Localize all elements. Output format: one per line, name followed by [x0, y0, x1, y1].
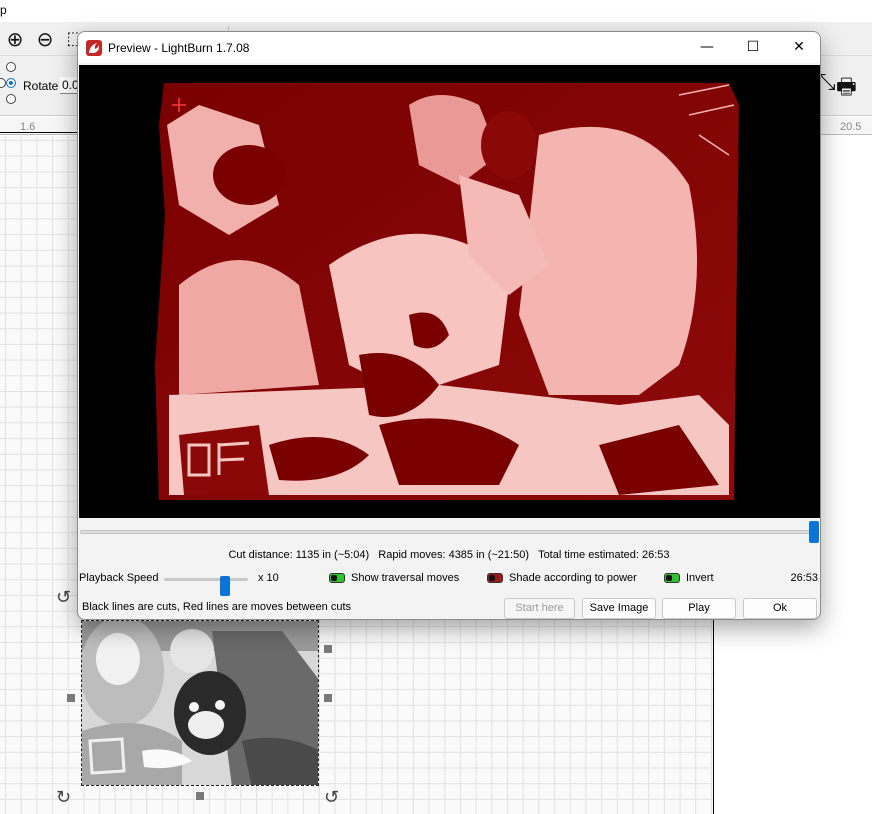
ruler-label-right: 20.5: [840, 121, 862, 133]
app-title-fragment: p: [0, 3, 7, 17]
rotate-handle-icon[interactable]: ↺: [324, 787, 339, 808]
start-here-button[interactable]: Start here: [504, 598, 575, 619]
lightburn-logo-icon: [86, 40, 102, 56]
app-title-strip: p: [0, 0, 872, 22]
zoom-out-icon[interactable]: ⊖: [32, 26, 58, 52]
rotate-label: Rotate: [23, 79, 59, 93]
invert-toggle[interactable]: [664, 573, 680, 583]
traversal-toggle[interactable]: [329, 573, 345, 583]
playback-scrubber-track[interactable]: [80, 530, 818, 534]
traversal-label[interactable]: Show traversal moves: [351, 572, 459, 584]
preview-dialog: Preview - LightBurn 1.7.08 — ☐ ✕ Cut dis…: [77, 31, 821, 620]
total-time-text: Total time estimated: 26:53: [538, 549, 670, 561]
playback-scrubber-thumb[interactable]: [809, 521, 819, 543]
invert-label[interactable]: Invert: [686, 572, 714, 584]
play-button[interactable]: Play: [662, 598, 736, 619]
playback-controls: Playback Speed x 10 Show traversal moves…: [78, 571, 820, 596]
scale-handle-right-top[interactable]: [324, 645, 332, 653]
minimize-button[interactable]: —: [684, 32, 730, 63]
maximize-button[interactable]: ☐: [730, 32, 776, 63]
dialog-footer: Black lines are cuts, Red lines are move…: [78, 596, 820, 619]
save-image-button[interactable]: Save Image: [582, 598, 656, 619]
playback-speed-label: Playback Speed: [79, 572, 159, 584]
anchor-radio-selected[interactable]: [6, 78, 16, 88]
elapsed-time: 26:53: [790, 572, 818, 584]
printer-icon[interactable]: 🖶: [836, 70, 857, 108]
shade-power-toggle[interactable]: [487, 573, 503, 583]
rapid-moves-text: Rapid moves: 4385 in (~21:50): [378, 549, 529, 561]
playback-speed-slider[interactable]: [164, 576, 248, 596]
playback-speed-value: x 10: [258, 572, 279, 584]
legend-text: Black lines are cuts, Red lines are move…: [82, 601, 352, 613]
ok-button[interactable]: Ok: [743, 598, 817, 619]
ruler-baseline: [0, 132, 78, 133]
scale-handle-right[interactable]: [324, 694, 332, 702]
dialog-title: Preview - LightBurn 1.7.08: [108, 41, 250, 55]
job-stats: Cut distance: 1135 in (~5:04) Rapid move…: [78, 549, 820, 561]
shade-power-label[interactable]: Shade according to power: [509, 572, 637, 584]
close-button[interactable]: ✕: [776, 32, 820, 63]
scale-handle-left[interactable]: [67, 694, 75, 702]
dialog-titlebar[interactable]: Preview - LightBurn 1.7.08 — ☐ ✕: [78, 32, 820, 63]
rotate-handle-icon[interactable]: ↻: [56, 787, 71, 808]
preview-render-area[interactable]: [79, 65, 820, 518]
selected-image[interactable]: [81, 620, 319, 786]
cut-distance-text: Cut distance: 1135 in (~5:04): [228, 549, 370, 561]
rotate-handle-icon[interactable]: ↺: [56, 587, 71, 608]
zoom-in-icon[interactable]: ⊕: [2, 26, 28, 52]
anchor-radio[interactable]: [6, 94, 16, 104]
playback-speed-thumb[interactable]: [220, 576, 230, 596]
anchor-radio[interactable]: [6, 62, 16, 72]
scale-handle-bottom[interactable]: [196, 792, 204, 800]
